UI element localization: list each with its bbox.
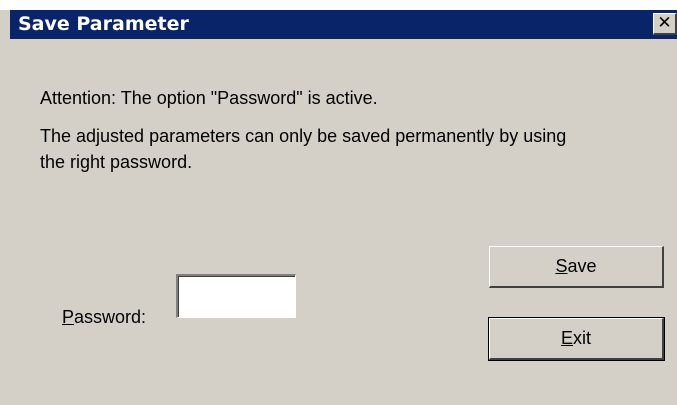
window-title: Save Parameter: [18, 13, 189, 35]
close-button[interactable]: ✕: [653, 13, 677, 35]
exit-button-mnemonic: E: [560, 328, 573, 348]
info-message-line1: The adjusted parameters can only be save…: [40, 126, 567, 146]
close-icon: ✕: [657, 13, 672, 33]
exit-button[interactable]: Exit: [488, 317, 665, 361]
info-message-line2: the right password.: [40, 152, 193, 172]
password-label-rest: assword:: [74, 307, 147, 327]
exit-button-rest: xit: [573, 328, 591, 348]
save-button-rest: ave: [567, 256, 597, 276]
password-label-mnemonic: P: [62, 307, 75, 327]
password-label: Password:: [62, 307, 146, 328]
save-parameter-dialog: Save Parameter ✕ Attention: The option "…: [0, 10, 677, 405]
save-button-mnemonic: S: [555, 256, 568, 276]
title-bar[interactable]: Save Parameter ✕: [10, 10, 677, 39]
save-button[interactable]: Save: [489, 246, 664, 288]
attention-message: Attention: The option "Password" is acti…: [40, 88, 378, 108]
password-input[interactable]: [176, 274, 296, 318]
